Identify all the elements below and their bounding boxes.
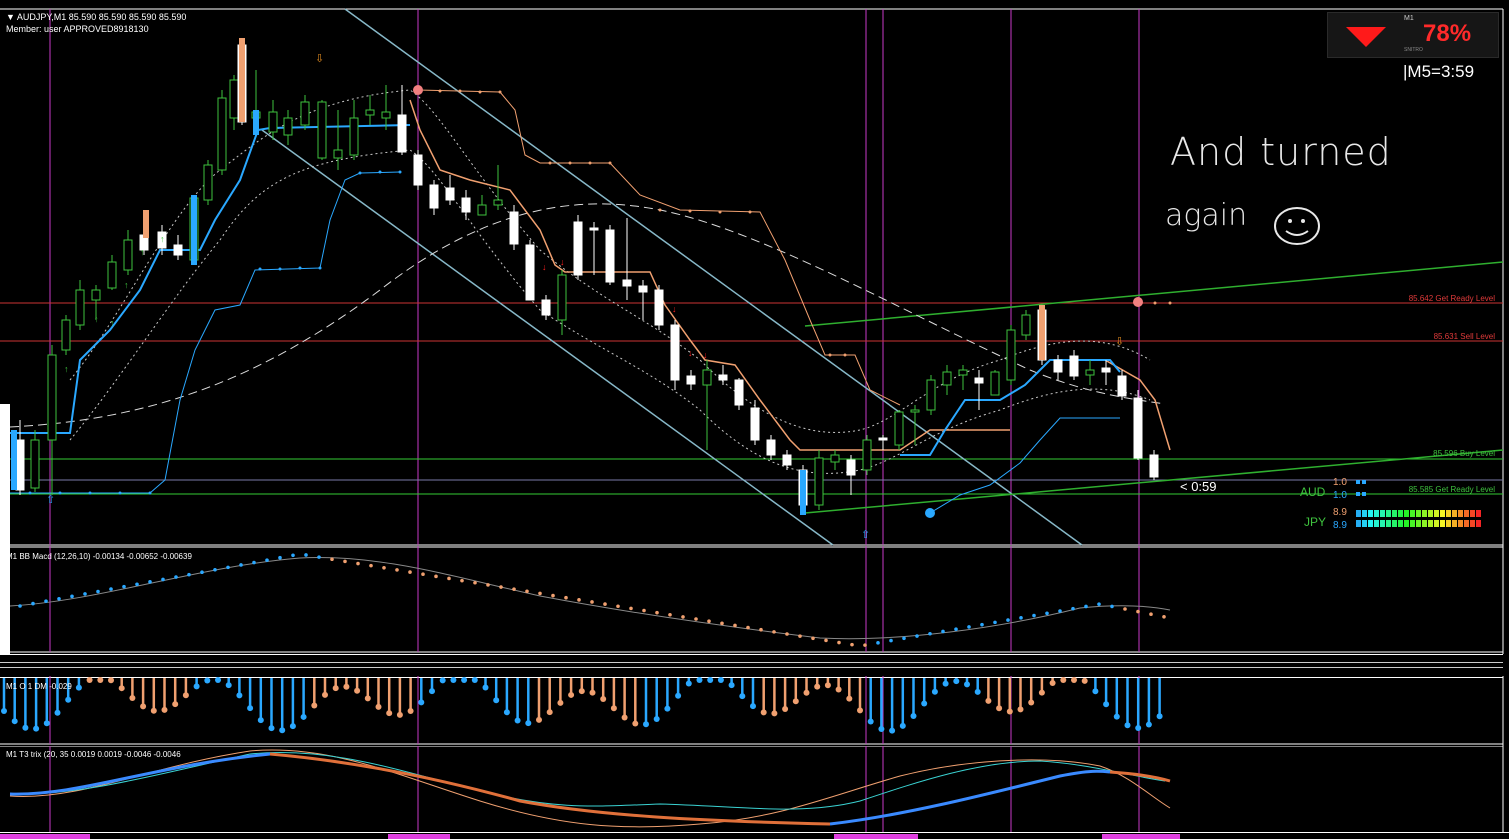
menu-triangle-icon[interactable]: ▼ [6, 12, 17, 22]
down-arrow-icon [1346, 27, 1386, 47]
svg-text:⇩: ⇩ [315, 53, 324, 65]
svg-text:↑: ↑ [124, 280, 129, 290]
jpy-value-2: 8.9 [1333, 520, 1347, 531]
macd-svg [0, 546, 1504, 654]
snitro-m1-label: M1 [1404, 15, 1414, 22]
svg-text:↓: ↓ [542, 262, 547, 272]
level-sell: 85.631 Sell Level [1433, 332, 1495, 341]
svg-text:↓: ↓ [688, 348, 693, 358]
snitro-brand: SNITRO [1404, 47, 1423, 53]
trix-subwindow[interactable]: M1 T3 trix (20, 35 0.0019 0.0019 -0.0046… [0, 746, 1509, 832]
empty-subwindow[interactable] [0, 654, 1503, 678]
main-chart[interactable]: ⇧ ⇧ ⇩ ⇩ ↑ ↑ ↑ ↑ ↑ ↑ ↓ ↓ ↓ ↓ ↓ ▼ AUDJPY,M1 85.59… [0, 0, 1509, 546]
annotation-line2: again [1165, 198, 1248, 233]
candles [11, 38, 1159, 515]
svg-text:↑: ↑ [64, 364, 69, 374]
snitro-percent: 78% [1423, 20, 1472, 47]
level-get-ready-upper: 85.642 Get Ready Level [1408, 294, 1495, 303]
upper-band-dots [438, 89, 1172, 357]
dm-subwindow[interactable]: M1 O 1 DM -0.029 [0, 676, 1509, 746]
svg-text:↓: ↓ [703, 350, 708, 360]
main-chart-svg: ⇧ ⇧ ⇩ ⇩ ↑ ↑ ↑ ↑ ↑ ↑ ↓ ↓ ↓ ↓ ↓ [0, 8, 1504, 546]
svg-text:⇧: ⇧ [46, 494, 55, 506]
trix-svg [0, 746, 1504, 832]
signal-arrows: ⇧ ⇧ ⇩ ⇩ ↑ ↑ ↑ ↑ ↑ ↑ ↓ ↓ ↓ ↓ ↓ [46, 53, 1124, 541]
member-line: Member: user APPROVED8918130 [6, 24, 149, 34]
symbol-line: AUDJPY,M1 85.590 85.590 85.590 85.590 [16, 12, 187, 22]
svg-text:⇩: ⇩ [1115, 336, 1124, 348]
jpy-value-1: 8.9 [1333, 507, 1347, 518]
aud-value-1: 1.0 [1333, 477, 1347, 488]
svg-text:↑: ↑ [140, 247, 145, 257]
dm-svg [0, 676, 1504, 746]
strength-meter-jpy [1356, 510, 1481, 527]
aud-label: AUD [1300, 485, 1326, 499]
aud-value-2: 1.0 [1333, 490, 1347, 501]
jpy-label: JPY [1304, 515, 1327, 529]
level-get-ready-lower: 85.585 Get Ready Level [1408, 485, 1495, 494]
svg-text:↑: ↑ [160, 234, 165, 244]
annotation-line1: And turned [1170, 130, 1392, 174]
snitro-panel: M1 SNITRO [1327, 12, 1499, 58]
macd-subwindow[interactable]: M1 BB Macd (12,26,10) -0.00134 -0.00652 … [0, 546, 1509, 654]
svg-text:↑: ↑ [94, 314, 99, 324]
smiley-icon [1274, 207, 1320, 245]
svg-text:↑: ↑ [110, 318, 115, 328]
m5-timer: |M5=3:59 [1403, 62, 1475, 81]
dm-label: M1 O 1 DM -0.029 [6, 682, 72, 691]
trix-label: M1 T3 trix (20, 35 0.0019 0.0019 -0.0046… [6, 750, 181, 759]
svg-text:↓: ↓ [560, 257, 565, 267]
bar-countdown: < 0:59 [1180, 479, 1217, 494]
macd-label: M1 BB Macd (12,26,10) -0.00134 -0.00652 … [6, 552, 192, 561]
svg-text:↓: ↓ [672, 304, 677, 314]
svg-text:⇧: ⇧ [861, 529, 870, 541]
level-buy: 85.596 Buy Level [1433, 449, 1495, 458]
